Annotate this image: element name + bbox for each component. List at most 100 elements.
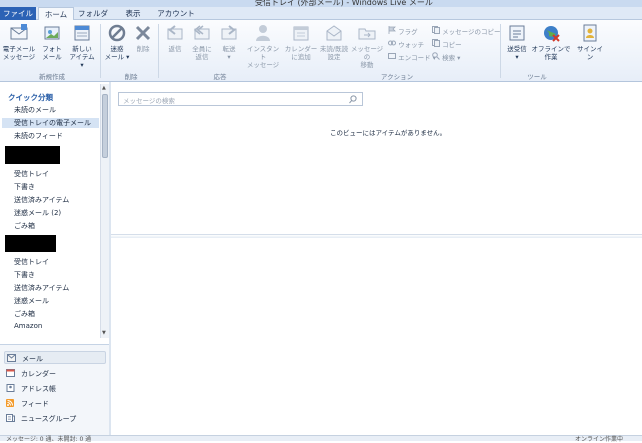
nav-item-newsgroups[interactable]: ニュースグループ <box>4 412 106 425</box>
folder-item[interactable]: 受信トレイ <box>14 257 49 267</box>
group-label-respond: 応答 <box>213 73 227 81</box>
scrollbar-thumb[interactable] <box>102 94 108 158</box>
folder-scrollbar[interactable]: ▲ ▼ <box>100 84 109 338</box>
folder-item[interactable]: ごみ箱 <box>14 221 35 231</box>
folder-item[interactable]: 送信済みアイテム <box>14 195 69 205</box>
search-icon <box>432 52 440 60</box>
search-box[interactable]: メッセージの検索 <box>118 92 363 106</box>
group-separator <box>100 24 101 78</box>
new-email-button[interactable]: 電子メール メッセージ <box>2 23 36 61</box>
group-separator <box>500 24 501 78</box>
tab-view[interactable]: 表示 <box>120 7 146 20</box>
delete-button[interactable]: 削除 <box>132 23 154 53</box>
folder-item[interactable]: 受信トレイの電子メール <box>2 118 99 128</box>
send-receive-button[interactable]: 送受信 ▾ <box>504 23 530 61</box>
watch-icon <box>388 40 396 46</box>
encode-icon <box>388 53 396 59</box>
copy-icon <box>432 39 440 47</box>
junk-icon <box>108 24 126 42</box>
rss-feed-icon <box>6 399 14 407</box>
sign-in-icon <box>583 24 597 42</box>
group-label-delete: 削除 <box>124 73 138 81</box>
move-folder-icon <box>358 28 376 40</box>
new-item-icon <box>74 25 90 41</box>
status-bar: メッセージ: 0 通、未開封: 0 通 オンライン作業中 <box>0 435 642 443</box>
calendar-icon <box>6 369 15 377</box>
folder-item[interactable]: 迷惑メール (2) <box>14 208 61 218</box>
instant-message-button[interactable]: インスタント メッセージ <box>244 23 282 69</box>
reply-button[interactable]: 返信 <box>162 23 188 53</box>
ribbon: 電子メール メッセージ フォト メール 新しい アイテム ▾ 新規作成 迷惑 メ… <box>0 20 642 82</box>
find-button[interactable]: 検索 ▾ <box>432 52 460 62</box>
group-label-actions: アクション <box>380 73 414 81</box>
move-message-button[interactable]: メッセージの 移動 <box>349 23 385 69</box>
reply-all-icon <box>193 25 210 40</box>
search-icon[interactable] <box>349 95 357 104</box>
redacted-account-name <box>5 146 60 164</box>
reading-pane-divider[interactable] <box>111 234 642 238</box>
junk-button[interactable]: 迷惑 メール ▾ <box>104 23 130 61</box>
pane-divider[interactable] <box>109 82 111 440</box>
encode-button[interactable]: エンコード ▾ <box>388 52 436 62</box>
tab-account[interactable]: アカウント <box>156 7 196 20</box>
flag-button[interactable]: フラグ <box>388 26 418 36</box>
nav-item-contacts[interactable]: アドレス帳 <box>4 382 106 395</box>
copy-to-icon <box>432 26 440 34</box>
folder-item[interactable]: Amazon <box>14 322 42 330</box>
group-separator <box>158 24 159 78</box>
work-offline-button[interactable]: オフラインで 作業 <box>531 23 571 61</box>
folder-item[interactable]: 送信済みアイテム <box>14 283 69 293</box>
photo-email-icon <box>44 26 60 40</box>
search-placeholder: メッセージの検索 <box>123 97 175 105</box>
watch-button[interactable]: ウォッチ <box>388 39 424 49</box>
new-email-icon <box>10 24 28 40</box>
nav-item-calendar[interactable]: カレンダー <box>4 367 106 380</box>
sign-in-button[interactable]: サインイン <box>574 23 606 61</box>
title-bar: 受信トレイ (外部メール) - Windows Live メール <box>0 0 642 7</box>
folder-pane: クイック分類 未読のメール 受信トレイの電子メール 未読のフィード 受信トレイ … <box>0 82 109 344</box>
folder-item[interactable]: 迷惑メール <box>14 296 49 306</box>
ribbon-tabs: ファイル ホーム フォルダー 表示 アカウント <box>0 7 642 31</box>
reply-all-button[interactable]: 全員に 返信 <box>189 23 215 61</box>
group-label-tools: ツール <box>527 73 547 81</box>
add-to-calendar-button[interactable]: カレンダー に追加 <box>284 23 318 61</box>
forward-icon <box>221 25 237 40</box>
offline-globe-icon <box>544 26 560 42</box>
folder-item[interactable]: 未読のフィード <box>14 131 63 141</box>
copy-button[interactable]: コピー <box>432 39 462 49</box>
empty-message-list-text: このビューにはアイテムがありません。 <box>330 129 447 137</box>
navigation-pane: メール カレンダー アドレス帳 フィード ニュースグループ <box>0 344 109 435</box>
status-online: オンライン作業中 <box>575 436 624 443</box>
folder-item[interactable]: 未読のメール <box>14 105 56 115</box>
send-receive-icon <box>509 25 525 41</box>
folder-item[interactable]: 下書き <box>14 270 35 280</box>
tab-home[interactable]: ホーム <box>38 7 74 21</box>
nav-item-feeds[interactable]: フィード <box>4 397 106 410</box>
copy-to-button[interactable]: メッセージのコピー <box>432 26 500 36</box>
flag-icon <box>388 26 396 34</box>
tab-file[interactable]: ファイル <box>0 7 36 20</box>
messenger-icon <box>256 25 270 41</box>
calendar-add-icon <box>293 26 309 41</box>
quick-views-header[interactable]: クイック分類 <box>8 92 53 103</box>
mark-read-button[interactable]: 未読/既読 設定 <box>319 23 349 61</box>
address-book-icon <box>6 384 15 392</box>
forward-button[interactable]: 転送 ▾ <box>216 23 242 61</box>
new-item-button[interactable]: 新しい アイテム ▾ <box>67 23 97 69</box>
folder-item[interactable]: 下書き <box>14 182 35 192</box>
scroll-up-arrow-icon[interactable]: ▲ <box>102 85 106 91</box>
nav-item-mail[interactable]: メール <box>4 351 106 364</box>
photo-email-button[interactable]: フォト メール <box>38 23 66 61</box>
folder-item[interactable]: ごみ箱 <box>14 309 35 319</box>
folder-item[interactable]: 受信トレイ <box>14 169 49 179</box>
redacted-account-name <box>5 235 56 252</box>
reply-icon <box>167 25 183 40</box>
status-message-count: メッセージ: 0 通、未開封: 0 通 <box>6 436 92 443</box>
tab-folder[interactable]: フォルダー <box>78 7 108 31</box>
envelope-open-icon <box>326 25 342 41</box>
delete-x-icon <box>135 25 151 41</box>
newsgroup-icon <box>6 414 15 422</box>
mail-icon <box>7 354 16 362</box>
scroll-down-arrow-icon[interactable]: ▼ <box>102 330 106 336</box>
group-label-new: 新規作成 <box>39 73 65 81</box>
